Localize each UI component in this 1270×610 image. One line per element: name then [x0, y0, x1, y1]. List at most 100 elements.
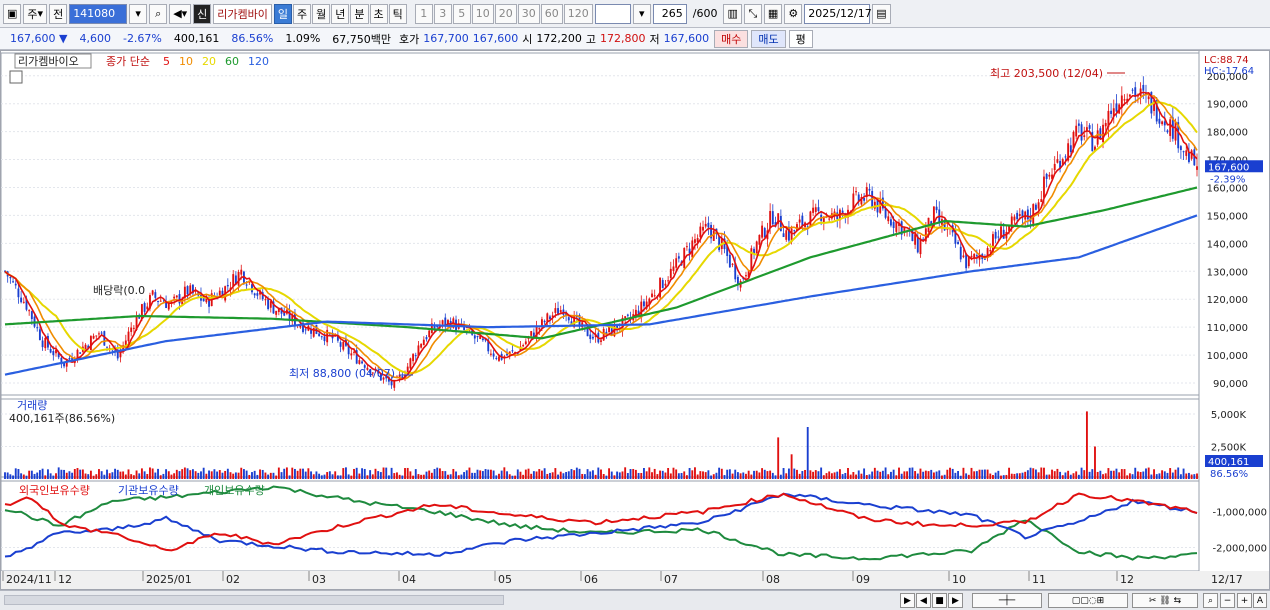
interval-button-60[interactable]: 60	[540, 3, 563, 24]
candle-body	[151, 290, 154, 295]
period-tab-5[interactable]: 초	[369, 3, 388, 24]
interval-button-3[interactable]: 3	[433, 3, 452, 24]
period-tab-1[interactable]: 주	[293, 3, 312, 24]
scroll-track[interactable]	[4, 595, 504, 605]
text-size-icon[interactable]: A	[1253, 593, 1267, 608]
layout-icon[interactable]: ▣	[3, 3, 22, 24]
period-tab-3[interactable]: 년	[331, 3, 350, 24]
stock-chart[interactable]: 90,000 100,000 110,000 120,000 130,000 140,00…	[0, 51, 1269, 589]
prev-button[interactable]: 전	[49, 3, 68, 24]
volume-bar	[1102, 474, 1104, 479]
zoom-slider-icon[interactable]: ─┼─	[972, 593, 1042, 608]
volume-bar	[205, 473, 208, 479]
volume-bar	[981, 469, 984, 479]
sell-button[interactable]: 매도	[751, 29, 786, 48]
volume-bar	[267, 474, 270, 479]
period-tab-0[interactable]: 일	[273, 3, 293, 24]
interval-button-20[interactable]: 20	[494, 3, 517, 24]
candle-type-icon[interactable]: ▥	[723, 3, 742, 24]
gear-icon[interactable]: ⚙	[784, 3, 803, 24]
volume-bar	[1034, 469, 1037, 479]
period-tab-2[interactable]: 월	[312, 3, 331, 24]
volume-bar	[873, 467, 876, 479]
volume-bar	[975, 471, 978, 479]
volume-bar	[312, 474, 315, 479]
price-tick-label: 100,000	[1207, 351, 1248, 362]
volume-bar	[849, 474, 852, 479]
ma60-line	[4, 186, 1198, 340]
quote-bar: 167,600 ▼ 4,600 -2.67% 400,161 86.56% 1.…	[0, 28, 1270, 50]
date-input[interactable]: 2025/12/17	[804, 3, 872, 24]
step-forward-icon[interactable]: ▶	[948, 593, 963, 608]
interval-button-10[interactable]: 10	[471, 3, 494, 24]
chevron-down-icon[interactable]: ▾	[632, 3, 651, 24]
period-tab-6[interactable]: 틱	[388, 3, 407, 24]
volume-bar	[626, 473, 629, 479]
candle-body	[175, 295, 178, 298]
volume-bar	[189, 470, 192, 479]
volume-bar	[334, 471, 337, 479]
volume-bar	[1013, 473, 1016, 479]
interval-custom-input[interactable]	[594, 3, 631, 24]
zoom-in-icon[interactable]: ⌕	[1203, 593, 1218, 608]
candle-body	[17, 288, 20, 298]
stock-code-input[interactable]: 141080	[69, 3, 128, 24]
price-tick-label: 110,000	[1207, 323, 1248, 334]
interval-button-120[interactable]: 120	[563, 3, 593, 24]
candle-body	[1053, 163, 1056, 171]
chart-tools-icon[interactable]: ▢▢◌⊞	[1048, 593, 1128, 608]
volume-bar	[226, 468, 229, 479]
volume-bar	[506, 471, 508, 479]
volume-bar	[634, 469, 637, 479]
x-tick-label: 07	[664, 573, 678, 586]
play-icon[interactable]: ▶	[900, 593, 915, 608]
low-price: 167,600	[663, 32, 710, 45]
speaker-icon[interactable]: ◀▾	[169, 3, 192, 24]
volume-bar	[731, 473, 734, 479]
volume-bar	[747, 470, 750, 479]
market-select[interactable]: 주 ▾	[23, 3, 48, 24]
chart-area[interactable]: 90,000 100,000 110,000 120,000 130,000 140,00…	[0, 50, 1270, 590]
period-tabs: 일주월년분초틱	[273, 3, 407, 24]
volume-bar	[377, 471, 380, 479]
chart-scrollbar[interactable]: ▶ ◀ ■ ▶ ─┼─ ▢▢◌⊞ ✂ ⛓ ⇆ ⌕ − + A	[0, 590, 1270, 610]
calendar-icon[interactable]: ▤	[872, 3, 891, 24]
volume-bar	[726, 469, 729, 479]
candle-body	[167, 303, 170, 310]
low-label: 저	[649, 32, 660, 46]
interval-button-30[interactable]: 30	[517, 3, 540, 24]
draw-line-icon[interactable]: ⤡	[743, 3, 762, 24]
step-back-icon[interactable]: ◀	[916, 593, 931, 608]
stop-icon[interactable]: ■	[932, 593, 947, 608]
buy-button[interactable]: 매수	[714, 29, 749, 48]
volume-bar	[135, 470, 138, 479]
period-tab-4[interactable]: 분	[350, 3, 369, 24]
plus-icon[interactable]: +	[1237, 593, 1252, 608]
chevron-down-icon[interactable]: ▾	[129, 3, 148, 24]
link-icon[interactable]: ✂ ⛓ ⇆	[1132, 593, 1198, 608]
volume-bar	[887, 474, 890, 479]
volume-bar	[178, 471, 181, 479]
candle-body	[361, 361, 364, 364]
volume-bar	[49, 473, 52, 479]
volume-bar	[954, 472, 957, 479]
minus-icon[interactable]: −	[1220, 593, 1235, 608]
volume-bar	[1104, 473, 1107, 479]
volume-bar	[1193, 474, 1196, 479]
average-button[interactable]: 평	[788, 29, 813, 48]
volume-bar	[871, 471, 874, 479]
candle-body	[1185, 150, 1188, 156]
volume-bar	[345, 467, 347, 479]
volume-bar	[549, 472, 551, 479]
x-tick-label: 08	[766, 573, 780, 586]
interval-button-1[interactable]: 1	[414, 3, 433, 24]
interval-button-5[interactable]: 5	[452, 3, 471, 24]
count-input[interactable]: 265	[652, 3, 687, 24]
volume-bar	[336, 475, 339, 479]
volume-bar	[884, 467, 887, 479]
candle-body	[492, 353, 495, 357]
volume-bar	[95, 474, 98, 479]
save-icon[interactable]: ▦	[763, 3, 783, 24]
search-icon[interactable]: ⌕	[149, 3, 168, 24]
volume-bar	[699, 471, 702, 479]
